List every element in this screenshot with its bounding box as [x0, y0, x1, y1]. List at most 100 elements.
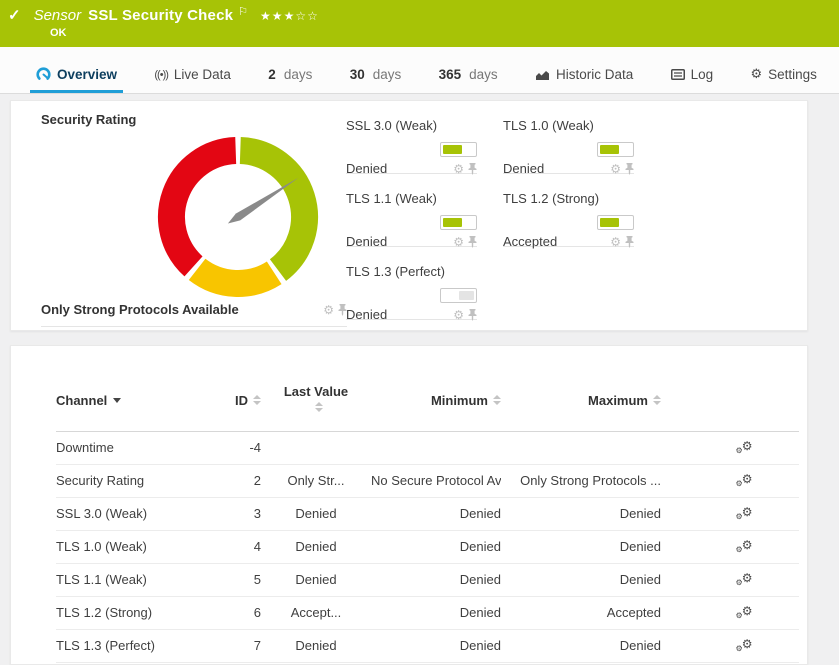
cell-minimum: Denied	[459, 638, 501, 653]
gauge-value-label: Only Strong Protocols Available	[41, 302, 239, 317]
tab-2-days[interactable]: 2 days	[262, 67, 318, 93]
tab-overview[interactable]: Overview	[30, 67, 124, 93]
protocol-tile: TLS 1.3 (Perfect) Denied ⚙	[346, 247, 477, 322]
tab-number: 365	[438, 67, 462, 82]
tab-unit: days	[283, 67, 313, 82]
table-row: Downtime -4 ⚙ ⚙	[56, 432, 799, 465]
tab-365-days[interactable]: 365 days	[433, 67, 504, 93]
column-header-minimum[interactable]: Minimum	[371, 393, 501, 408]
gear-icon[interactable]: ⚙	[323, 303, 334, 317]
cell-channel[interactable]: TLS 1.2 (Strong)	[56, 605, 206, 620]
gear-icon[interactable]: ⚙	[453, 308, 464, 322]
tile-mini-gauge	[440, 142, 477, 157]
cell-last-value: Denied	[295, 539, 337, 554]
tab-unit: days	[469, 67, 498, 82]
tab-settings[interactable]: ⚙ Settings	[745, 67, 823, 93]
channel-settings-icon[interactable]: ⚙ ⚙	[736, 572, 753, 587]
sort-icon	[253, 395, 261, 406]
channel-settings-icon[interactable]: ⚙ ⚙	[736, 440, 753, 455]
sort-desc-icon	[113, 397, 122, 403]
column-header-last-value[interactable]: Last Value	[261, 384, 371, 417]
tab-live-data[interactable]: ((•)) Live Data	[148, 67, 237, 93]
cell-channel[interactable]: SSL 3.0 (Weak)	[56, 506, 206, 521]
sensor-status-badge: OK	[50, 27, 67, 39]
tab-unit: days	[372, 67, 402, 82]
security-rating-gauge	[155, 134, 321, 300]
cell-channel[interactable]: TLS 1.0 (Weak)	[56, 539, 206, 554]
cell-channel[interactable]: TLS 1.3 (Perfect)	[56, 638, 206, 653]
tab-historic-data[interactable]: Historic Data	[529, 67, 639, 93]
column-header-id[interactable]: ID	[206, 393, 261, 408]
sort-icon	[653, 395, 661, 406]
cell-id: 4	[253, 539, 261, 554]
cell-id: 2	[253, 473, 261, 488]
tab-label: Log	[690, 67, 714, 82]
tile-title: TLS 1.2 (Strong)	[503, 191, 600, 206]
tab-label: Live Data	[173, 67, 231, 82]
table-row: TLS 1.1 (Weak) 5 Denied Denied Denied ⚙ ⚙	[56, 564, 799, 597]
tab-number: 2	[268, 67, 276, 82]
tile-mini-gauge	[440, 215, 477, 230]
tile-title: SSL 3.0 (Weak)	[346, 118, 438, 133]
table-body: Downtime -4 ⚙ ⚙ Security Rating 2 Only Str... N…	[56, 432, 799, 663]
cell-id: 7	[253, 638, 261, 653]
table-row: SSL 3.0 (Weak) 3 Denied Denied Denied ⚙ ⚙	[56, 498, 799, 531]
column-header-channel[interactable]: Channel	[56, 393, 206, 408]
protocol-tile: TLS 1.2 (Strong) Accepted ⚙	[503, 174, 634, 249]
channel-settings-icon[interactable]: ⚙ ⚙	[736, 539, 753, 554]
tab-number: 30	[349, 67, 365, 82]
gauge-segment-warning	[188, 258, 282, 297]
live-icon: ((•))	[154, 68, 168, 81]
channel-settings-icon[interactable]: ⚙ ⚙	[736, 473, 753, 488]
column-header-maximum[interactable]: Maximum	[501, 393, 661, 408]
pin-icon[interactable]	[468, 235, 477, 248]
cell-channel[interactable]: Downtime	[56, 440, 206, 455]
pin-icon[interactable]	[468, 308, 477, 321]
gear-icon: ⚙	[750, 67, 763, 82]
chart-icon	[535, 69, 550, 81]
sensor-header: ✓ Sensor SSL Security Check ⚐ ★★★☆☆ OK	[0, 0, 839, 47]
cell-id: 3	[253, 506, 261, 521]
cell-last-value: Denied	[295, 638, 337, 653]
overview-panel: Security Rating Only Strong Protocols Av…	[10, 100, 808, 331]
cell-maximum: Only Strong Protocols ...	[520, 473, 661, 488]
cell-channel[interactable]: TLS 1.1 (Weak)	[56, 572, 206, 587]
cell-last-value: Only Str...	[287, 473, 345, 488]
cell-last-value: Denied	[295, 506, 337, 521]
flag-icon[interactable]: ⚐	[238, 5, 248, 18]
cell-minimum: Denied	[459, 605, 501, 620]
cell-minimum: Denied	[459, 539, 501, 554]
tab-30-days[interactable]: 30 days	[344, 67, 408, 93]
sort-icon	[314, 402, 323, 413]
pin-icon[interactable]	[625, 235, 634, 248]
gauge-segment-error	[158, 137, 237, 277]
tab-label: Historic Data	[556, 67, 634, 82]
tab-log[interactable]: Log	[665, 67, 720, 93]
protocol-tiles: SSL 3.0 (Weak) Denied ⚙ TLS 1.0 (Weak) Denie…	[346, 101, 638, 322]
protocol-tile: TLS 1.0 (Weak) Denied ⚙	[503, 101, 634, 176]
gauge-icon	[36, 67, 51, 82]
table-row: TLS 1.2 (Strong) 6 Accept... Denied Accepted…	[56, 597, 799, 630]
table-row: Security Rating 2 Only Str... No Secure Pro…	[56, 465, 799, 498]
status-check-icon: ✓	[8, 7, 21, 24]
channel-table-panel: Channel ID Last Value Minimum Maximum Do…	[10, 345, 808, 665]
table-row: TLS 1.3 (Perfect) 7 Denied Denied Denied ⚙ ⚙	[56, 630, 799, 663]
cell-minimum: No Secure Protocol Av...	[371, 473, 501, 488]
pin-icon[interactable]	[468, 162, 477, 175]
channel-settings-icon[interactable]: ⚙ ⚙	[736, 506, 753, 521]
cell-channel[interactable]: Security Rating	[56, 473, 206, 488]
channel-settings-icon[interactable]: ⚙ ⚙	[736, 605, 753, 620]
tile-title: TLS 1.0 (Weak)	[503, 118, 594, 133]
tab-label: Overview	[57, 67, 118, 82]
cell-maximum: Accepted	[606, 605, 661, 620]
tile-title: TLS 1.1 (Weak)	[346, 191, 437, 206]
cell-maximum: Denied	[619, 638, 661, 653]
channel-settings-icon[interactable]: ⚙ ⚙	[736, 638, 753, 653]
cell-maximum: Denied	[619, 539, 661, 554]
cell-minimum: Denied	[459, 506, 501, 521]
tab-label: Settings	[768, 67, 817, 82]
pin-icon[interactable]	[625, 162, 634, 175]
priority-stars[interactable]: ★★★☆☆	[260, 9, 319, 23]
cell-minimum: Denied	[459, 572, 501, 587]
tile-mini-gauge	[597, 215, 634, 230]
